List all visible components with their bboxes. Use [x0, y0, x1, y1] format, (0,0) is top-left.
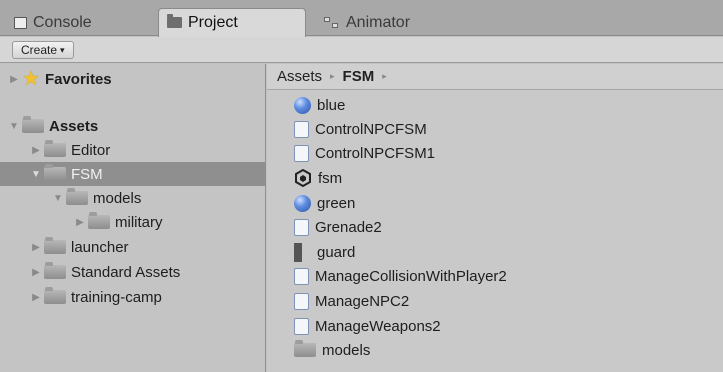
folder-icon	[88, 212, 110, 229]
asset-item-controlnpcfsm[interactable]: ControlNPCFSM	[294, 117, 427, 141]
expand-arrow-icon[interactable]: ▶	[74, 217, 86, 228]
tree-item-label: training-camp	[71, 288, 162, 306]
expand-arrow-icon[interactable]: ▶	[8, 74, 20, 85]
breadcrumb-fsm[interactable]: FSM	[343, 68, 375, 85]
asset-item-blue[interactable]: blue	[294, 93, 345, 117]
asset-label: blue	[317, 96, 346, 114]
csharp-script-icon	[294, 120, 309, 138]
csharp-script-icon	[294, 218, 309, 236]
tab-project-label: Project	[188, 14, 238, 31]
asset-item-grenade2[interactable]: Grenade2	[294, 215, 382, 239]
tree-item-military[interactable]: ▶ military	[74, 210, 163, 234]
material-sphere-icon	[294, 96, 311, 114]
expand-arrow-icon[interactable]: ▶	[30, 242, 42, 253]
collapse-arrow-icon[interactable]: ▼	[8, 121, 20, 132]
tab-console[interactable]: Console	[6, 10, 146, 36]
csharp-script-icon	[294, 267, 309, 285]
chevron-right-icon: ▸	[330, 71, 335, 81]
expand-arrow-icon[interactable]: ▶	[30, 267, 42, 278]
tree-item-editor[interactable]: ▶ Editor	[30, 138, 110, 162]
folder-icon	[44, 287, 66, 304]
folder-icon	[44, 262, 66, 279]
window-tab-bar: Console Project Animator	[0, 0, 723, 37]
asset-label: green	[317, 194, 356, 212]
tree-item-label: models	[93, 189, 142, 207]
create-label: Create	[21, 43, 58, 57]
tree-item-label: FSM	[71, 165, 103, 183]
asset-label: ControlNPCFSM	[315, 120, 427, 138]
tab-project[interactable]: Project	[158, 8, 306, 37]
asset-item-managenpc2[interactable]: ManageNPC2	[294, 289, 409, 313]
tree-item-label: Favorites	[44, 70, 112, 88]
asset-label: ControlNPCFSM1	[315, 144, 436, 162]
asset-label: Grenade2	[315, 218, 382, 236]
csharp-script-icon	[294, 144, 309, 162]
asset-label: ManageNPC2	[315, 292, 410, 310]
tree-item-launcher[interactable]: ▶ launcher	[30, 235, 129, 259]
tree-item-assets[interactable]: ▼ Assets	[8, 114, 98, 138]
collapse-arrow-icon[interactable]: ▼	[52, 193, 64, 204]
tab-animator-label: Animator	[346, 14, 411, 31]
breadcrumb: Assets ▸ FSM ▸	[267, 64, 723, 90]
animator-icon	[324, 16, 340, 30]
asset-label: ManageCollisionWithPlayer2	[315, 267, 507, 285]
create-dropdown-button[interactable]: Create ▾	[12, 41, 74, 59]
tab-animator[interactable]: Animator	[316, 10, 456, 36]
folder-icon	[44, 140, 66, 157]
folder-icon	[44, 164, 66, 181]
asset-item-managecollisionwithplayer2[interactable]: ManageCollisionWithPlayer2	[294, 264, 507, 288]
star-icon: ★	[22, 68, 40, 90]
asset-label: models	[322, 341, 371, 359]
tree-item-favorites[interactable]: ▶ ★ Favorites	[8, 67, 112, 91]
console-icon	[14, 17, 27, 29]
folder-icon	[22, 116, 44, 133]
csharp-script-icon	[294, 317, 309, 335]
asset-label: ManageWeapons2	[315, 317, 441, 335]
tree-item-models[interactable]: ▼ models	[52, 186, 141, 210]
tree-item-training-camp[interactable]: ▶ training-camp	[30, 285, 162, 309]
tree-item-label: military	[115, 213, 163, 231]
tab-console-label: Console	[33, 14, 92, 31]
asset-list-panel: Assets ▸ FSM ▸ blue ControlNPCFSM Contro…	[267, 64, 723, 372]
asset-item-green[interactable]: green	[294, 191, 355, 215]
tree-item-label: launcher	[71, 238, 129, 256]
collapse-arrow-icon[interactable]: ▼	[30, 169, 42, 180]
folder-tree: ▶ ★ Favorites ▼ Assets ▶ Editor ▼ FSM ▼ …	[0, 64, 266, 372]
asset-item-fsm-scene[interactable]: fsm	[294, 166, 342, 190]
chevron-down-icon: ▾	[60, 45, 65, 55]
tree-item-label: Editor	[71, 141, 111, 159]
breadcrumb-assets[interactable]: Assets	[277, 68, 322, 85]
asset-label: fsm	[318, 169, 343, 187]
asset-item-models-folder[interactable]: models	[294, 338, 370, 362]
tree-item-label: Standard Assets	[71, 263, 181, 281]
asset-label: guard	[317, 243, 356, 261]
folder-icon	[294, 340, 316, 357]
folder-icon	[44, 237, 66, 254]
folder-icon	[167, 13, 182, 28]
prefab-icon	[294, 242, 311, 262]
tree-item-standard-assets[interactable]: ▶ Standard Assets	[30, 260, 180, 284]
chevron-right-icon: ▸	[382, 71, 387, 81]
asset-item-controlnpcfsm1[interactable]: ControlNPCFSM1	[294, 141, 435, 165]
expand-arrow-icon[interactable]: ▶	[30, 292, 42, 303]
tree-item-label: Assets	[49, 117, 99, 135]
asset-item-guard[interactable]: guard	[294, 240, 355, 264]
unity-scene-icon	[294, 168, 312, 188]
csharp-script-icon	[294, 292, 309, 310]
project-toolbar: Create ▾	[0, 37, 723, 63]
folder-icon	[66, 188, 88, 205]
asset-item-manageweapons2[interactable]: ManageWeapons2	[294, 314, 441, 338]
material-sphere-icon	[294, 194, 311, 212]
expand-arrow-icon[interactable]: ▶	[30, 145, 42, 156]
tree-item-fsm[interactable]: ▼ FSM	[0, 162, 265, 186]
